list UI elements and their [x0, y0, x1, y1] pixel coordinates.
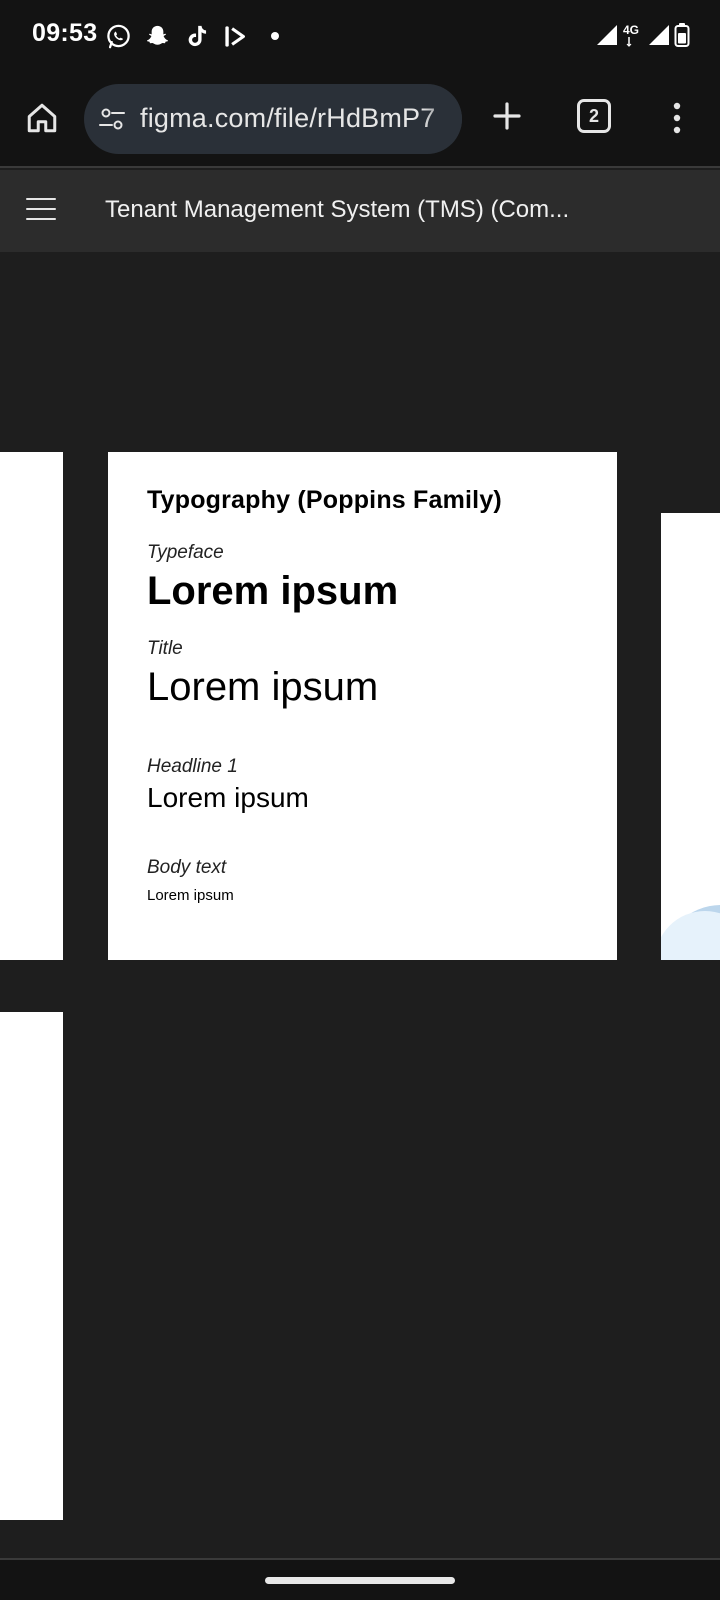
canvas-frame[interactable] [0, 452, 63, 960]
typography-frame[interactable]: Typography (Poppins Family) Typeface Lor… [108, 452, 617, 960]
address-bar[interactable]: figma.com/file/rHdBmP7 [84, 84, 462, 154]
headline-1-label: Headline 1 [147, 756, 238, 777]
more-vert-icon [673, 102, 681, 134]
gesture-nav-bar [0, 1560, 720, 1600]
body-text-sample: Lorem ipsum [147, 887, 234, 904]
headline-1-sample: Lorem ipsum [147, 782, 309, 813]
title-sample: Lorem ipsum [147, 665, 379, 709]
browser-toolbar: figma.com/file/rHdBmP7 2 [0, 70, 720, 168]
typeface-label: Typeface [147, 542, 224, 563]
url-text: figma.com/file/rHdBmP7 [140, 103, 436, 133]
title-label: Title [147, 638, 183, 659]
status-time: 09:53 [32, 19, 98, 47]
url-fade [422, 84, 462, 154]
bixby-icon [221, 22, 250, 51]
figma-header: Tenant Management System (TMS) (Com... [0, 170, 720, 252]
typeface-sample: Lorem ipsum [147, 569, 399, 613]
status-bar: 09:53 4G [0, 0, 720, 70]
canvas-frame[interactable] [661, 513, 720, 960]
browser-menu-button[interactable] [662, 94, 692, 142]
decorative-shape [661, 911, 720, 960]
site-settings-icon[interactable] [98, 105, 126, 133]
snapchat-icon [143, 22, 172, 51]
notification-icons [104, 21, 289, 51]
dot-icon [260, 22, 289, 51]
signal-icon [597, 25, 617, 45]
home-button[interactable] [20, 96, 64, 140]
body-text-label: Body text [147, 857, 227, 878]
tiktok-icon [182, 22, 211, 51]
battery-icon [674, 23, 690, 47]
figma-canvas[interactable]: Typography (Poppins Family) Typeface Lor… [0, 252, 720, 1558]
signal-icon [649, 25, 669, 45]
network-label: 4G [623, 23, 639, 37]
new-tab-button[interactable] [485, 94, 529, 138]
tab-count: 2 [588, 105, 599, 126]
canvas-frame[interactable] [0, 1012, 63, 1520]
system-icons: 4G [596, 22, 690, 48]
file-title[interactable]: Tenant Management System (TMS) (Com... [105, 196, 569, 224]
tab-switcher-button[interactable]: 2 [577, 99, 611, 133]
plus-icon [493, 102, 521, 130]
hamburger-icon[interactable] [26, 194, 56, 224]
typography-heading: Typography (Poppins Family) [147, 486, 502, 514]
home-gesture-handle[interactable] [265, 1577, 455, 1584]
whatsapp-icon [104, 22, 133, 51]
home-icon [27, 103, 57, 133]
network-type-icon: 4G [623, 23, 639, 47]
